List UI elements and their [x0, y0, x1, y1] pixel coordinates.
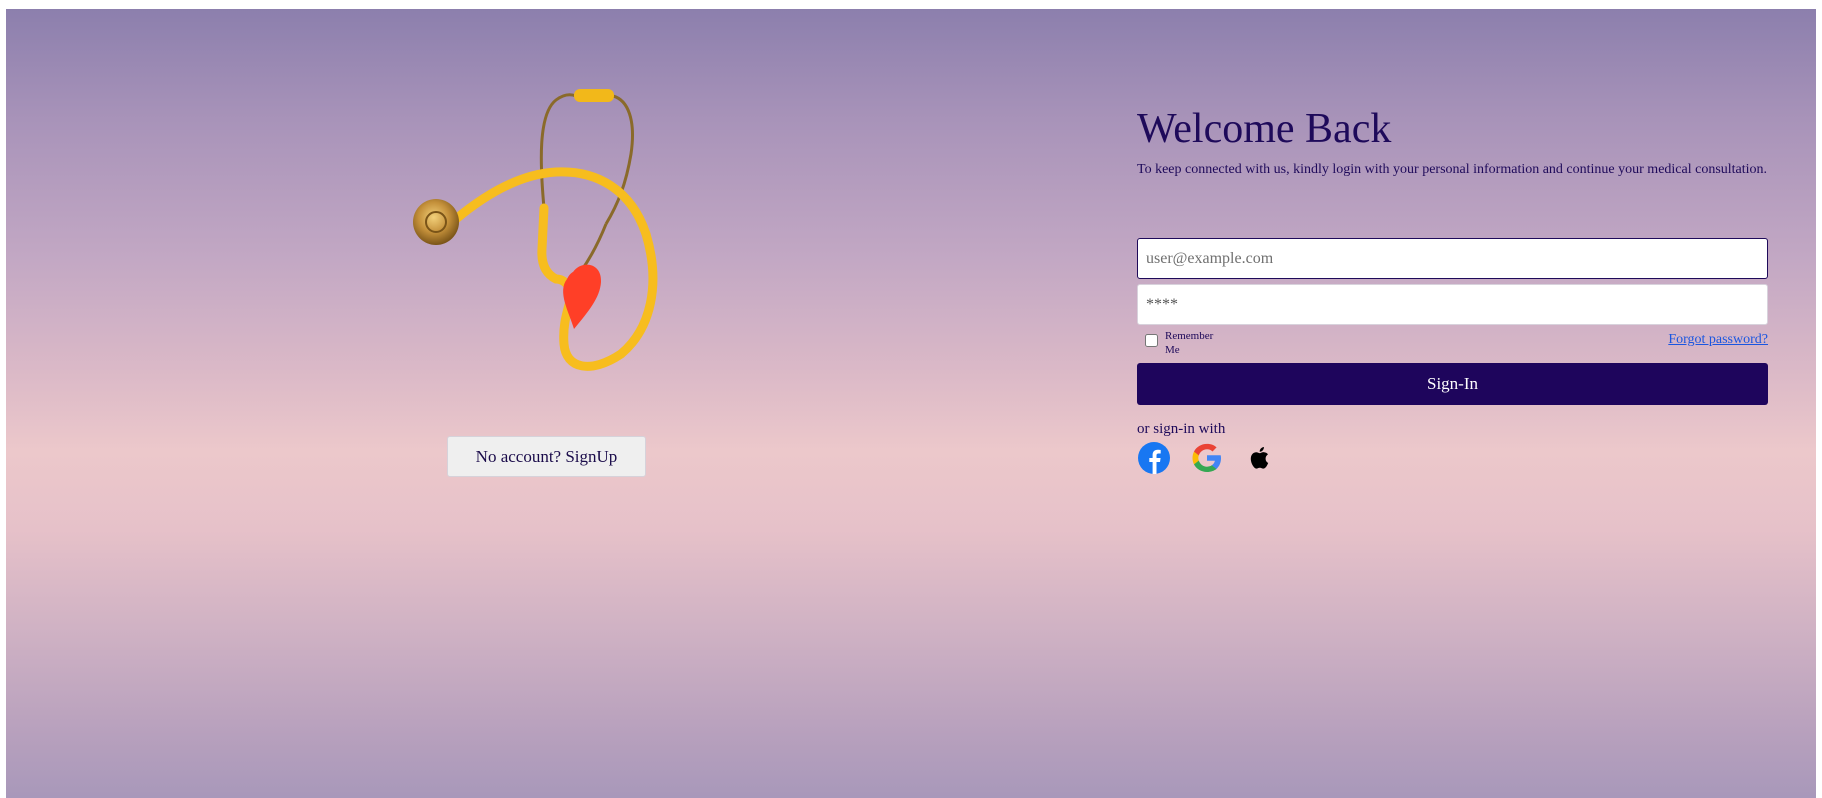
forgot-password-link[interactable]: Forgot password?: [1668, 332, 1768, 348]
page-subtitle: To keep connected with us, kindly login …: [1137, 162, 1768, 178]
remember-me-checkbox[interactable]: [1145, 334, 1158, 347]
password-field[interactable]: [1137, 284, 1768, 325]
email-field[interactable]: [1137, 238, 1768, 279]
page-title: Welcome Back: [1137, 106, 1392, 152]
apple-icon[interactable]: [1243, 441, 1277, 475]
signin-button[interactable]: Sign-In: [1137, 363, 1768, 405]
welcome-section: Welcome Back To keep connected with us, …: [1137, 104, 1768, 178]
remember-me-label: Remember Me: [1165, 330, 1214, 356]
signup-button[interactable]: No account? SignUp: [447, 436, 646, 477]
remember-row: Remember Me Forgot password?: [1137, 325, 1768, 357]
google-icon[interactable]: [1190, 441, 1224, 475]
stethoscope-heart-illustration: [406, 84, 716, 414]
login-page: No account? SignUp Welcome Back To keep …: [6, 9, 1816, 798]
facebook-icon[interactable]: [1137, 441, 1171, 475]
or-signin-with-label: or sign-in with: [1137, 421, 1226, 437]
